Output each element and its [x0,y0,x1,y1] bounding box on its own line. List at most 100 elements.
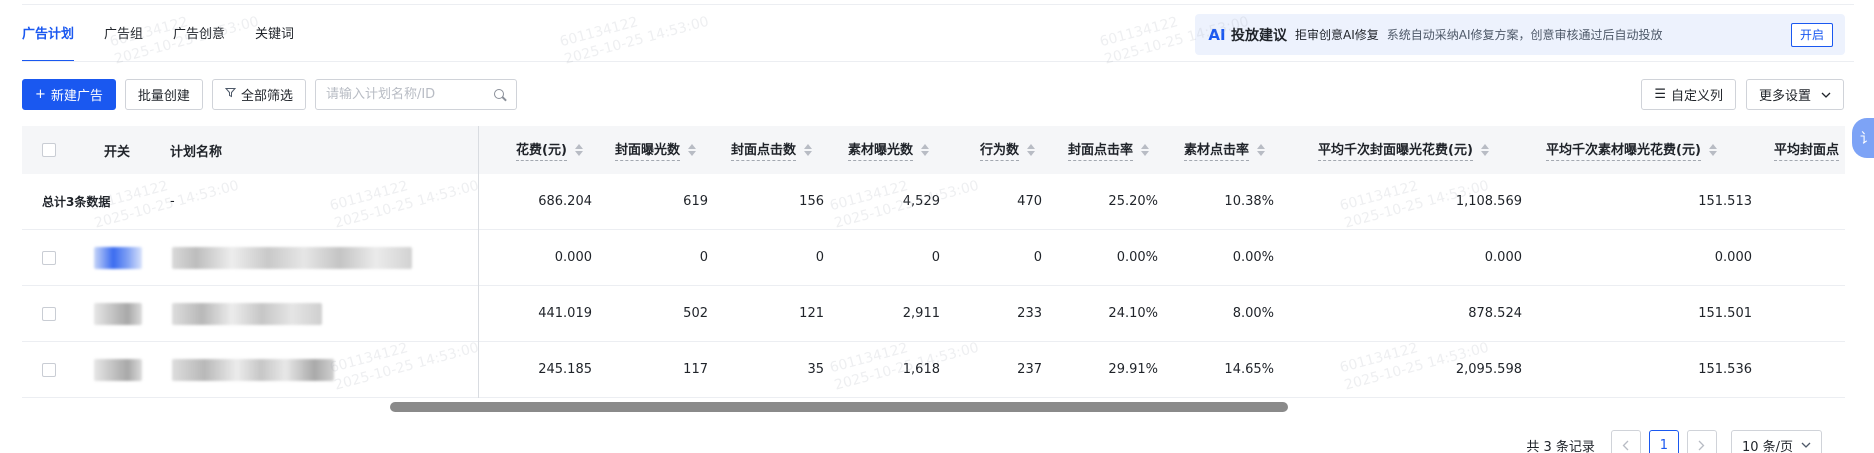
summary-row: 总计3条数据 - 686.204 619 156 4,529 470 25.20… [22,174,1845,230]
row-checkbox[interactable] [42,250,56,265]
header-material-impressions[interactable]: 素材曝光数 [848,126,930,174]
sort-icon[interactable] [921,144,930,156]
ad-plan-table: 开关 计划名称 花费(元) 封面曝光数 封面点击数 素材曝光数 行为数 封面点击… [22,126,1845,398]
header-actions[interactable]: 行为数 [980,126,1036,174]
summary-cpm-cover: 1,108.569 [1455,194,1522,209]
new-ad-label: 新建广告 [50,89,103,104]
ai-banner-description: 系统自动采纳AI修复方案，创意审核通过后自动投放 [1386,28,1663,42]
table-row[interactable]: 0.000 0 0 0 0 0.00% 0.00% 0.000 0.000 [22,230,1845,286]
row-checkbox-cell [42,342,58,397]
row-plan-name[interactable] [172,342,334,397]
chevron-right-icon [1698,440,1705,450]
page-size-label: 10 条/页 [1741,439,1793,453]
row-cover-impressions: 117 [683,362,708,377]
row-checkbox[interactable] [42,362,56,377]
table-row[interactable]: 245.185 117 35 1,618 237 29.91% 14.65% 2… [22,342,1845,398]
tabs-divider [22,61,1854,62]
ai-banner-title: 投放建议 [1231,27,1287,44]
header-cover-ctr-label: 封面点击率 [1068,139,1134,161]
tab-ad-creative[interactable]: 广告创意 [173,20,225,62]
top-divider [22,4,1854,5]
row-plan-name[interactable] [172,230,412,285]
search-icon[interactable] [493,88,506,101]
header-spend[interactable]: 花费(元) [516,126,583,174]
row-material-ctr: 0.00% [1232,250,1274,265]
table-row[interactable]: 441.019 502 121 2,911 233 24.10% 8.00% 8… [22,286,1845,342]
batch-create-label: 批量创建 [137,89,190,104]
header-cover-clicks-label: 封面点击数 [731,139,797,161]
row-spend: 441.019 [538,306,592,321]
header-cpm-cover[interactable]: 平均千次封面曝光花费(元) [1318,126,1489,174]
more-settings-label: 更多设置 [1758,89,1811,104]
row-switch[interactable] [94,286,142,341]
header-cover-ctr[interactable]: 封面点击率 [1068,126,1150,174]
header-cpm-material-label: 平均千次素材曝光花费(元) [1546,139,1701,161]
new-ad-button[interactable]: + 新建广告 [22,79,116,110]
row-cover-ctr: 0.00% [1116,250,1158,265]
row-cpm-material: 151.536 [1698,362,1752,377]
plus-icon: + [35,87,46,102]
header-avg-cover-cpc[interactable]: 平均封面点 [1774,126,1840,174]
page-button-current[interactable]: 1 [1648,430,1679,453]
summary-actions: 470 [1017,194,1042,209]
tab-ad-group[interactable]: 广告组 [104,20,143,62]
sort-icon[interactable] [804,144,813,156]
header-checkbox-cell [42,126,58,174]
list-icon: ☰ [1654,87,1666,102]
watermark-id: 601134122 [558,14,640,51]
toolbar-right: ☰ 自定义列 更多设置 [1631,79,1844,110]
summary-spend: 686.204 [538,194,592,209]
row-checkbox[interactable] [42,306,56,321]
ai-open-button[interactable]: 开启 [1790,22,1833,47]
header-actions-label: 行为数 [980,139,1020,161]
fixed-column-divider [478,126,479,398]
row-cover-ctr: 24.10% [1108,306,1158,321]
ai-logo-icon: AI [1208,25,1226,44]
sort-icon[interactable] [1708,144,1717,156]
more-settings-button[interactable]: 更多设置 [1745,79,1844,110]
watermark-id: 601134122 [1098,14,1180,51]
horizontal-scrollbar[interactable] [390,402,1288,412]
sort-icon[interactable] [1257,144,1266,156]
row-material-impressions: 1,618 [902,362,940,377]
sort-icon[interactable] [1141,144,1150,156]
filter-all-button[interactable]: 全部筛选 [211,79,306,110]
sort-icon[interactable] [688,144,697,156]
header-switch: 开关 [104,144,131,160]
sort-icon[interactable] [574,144,583,156]
sort-icon[interactable] [1027,144,1036,156]
row-checkbox-cell [42,286,58,341]
row-plan-name[interactable] [172,286,322,341]
watermark: 601134122 2025-10-25 14:53:00 [558,0,711,69]
row-switch[interactable] [94,230,142,285]
tab-ad-plan[interactable]: 广告计划 [22,20,75,62]
header-material-impressions-label: 素材曝光数 [848,139,914,161]
sort-icon[interactable] [1480,144,1489,156]
side-assistant-tab[interactable]: 讠 [1852,118,1874,158]
row-cpm-material: 0.000 [1714,250,1752,265]
header-plan-name: 计划名称 [170,144,223,160]
prev-page-button[interactable] [1610,430,1641,453]
header-cover-clicks[interactable]: 封面点击数 [731,126,813,174]
header-avg-cover-cpc-label: 平均封面点 [1774,139,1840,161]
next-page-button[interactable] [1686,430,1717,453]
row-actions: 233 [1017,306,1042,321]
row-cover-clicks: 0 [815,250,824,265]
select-all-checkbox[interactable] [42,143,56,157]
page-size-select[interactable]: 10 条/页 [1730,430,1822,453]
row-cpm-cover: 2,095.598 [1455,362,1522,377]
batch-create-button[interactable]: 批量创建 [124,79,203,110]
header-cover-impressions[interactable]: 封面曝光数 [615,126,697,174]
row-switch[interactable] [94,342,142,397]
search-input[interactable] [325,87,494,102]
header-spend-label: 花费(元) [516,139,567,161]
filter-all-label: 全部筛选 [240,89,293,104]
tab-keywords[interactable]: 关键词 [255,20,294,62]
row-spend: 245.185 [538,362,592,377]
header-material-ctr[interactable]: 素材点击率 [1184,126,1266,174]
customize-columns-button[interactable]: ☰ 自定义列 [1641,79,1736,110]
header-cpm-material[interactable]: 平均千次素材曝光花费(元) [1546,126,1717,174]
table-header: 开关 计划名称 花费(元) 封面曝光数 封面点击数 素材曝光数 行为数 封面点击… [22,126,1845,174]
row-cover-clicks: 35 [807,362,824,377]
summary-cover-impressions: 619 [683,194,708,209]
